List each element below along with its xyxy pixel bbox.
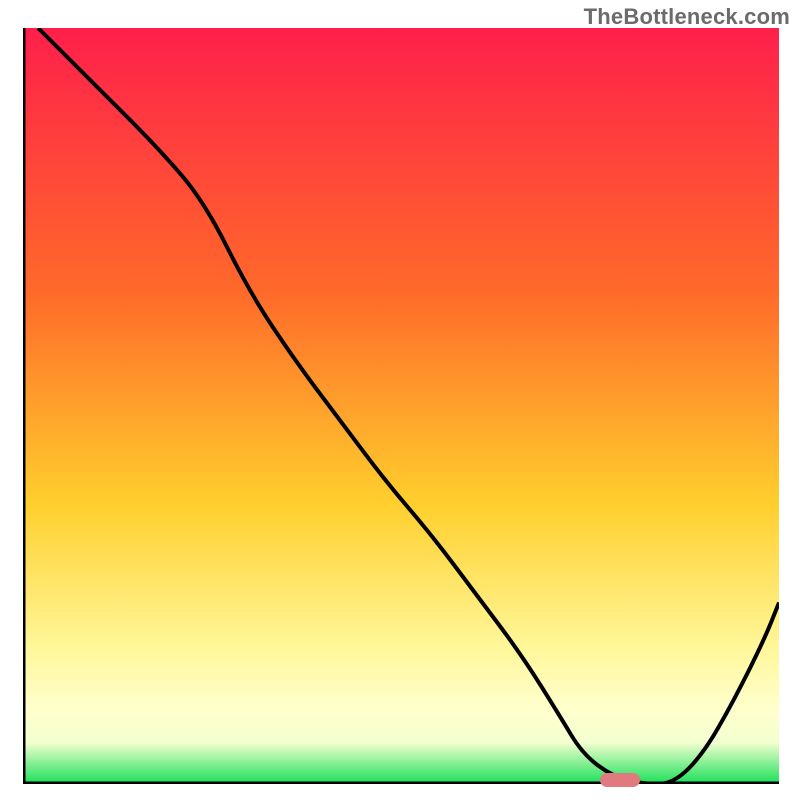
watermark-text: TheBottleneck.com (584, 4, 790, 30)
optimum-marker (600, 773, 640, 787)
gradient-background (23, 28, 779, 784)
chart-svg (23, 28, 779, 784)
plot-area (23, 28, 779, 784)
chart-stage: TheBottleneck.com (0, 0, 800, 800)
